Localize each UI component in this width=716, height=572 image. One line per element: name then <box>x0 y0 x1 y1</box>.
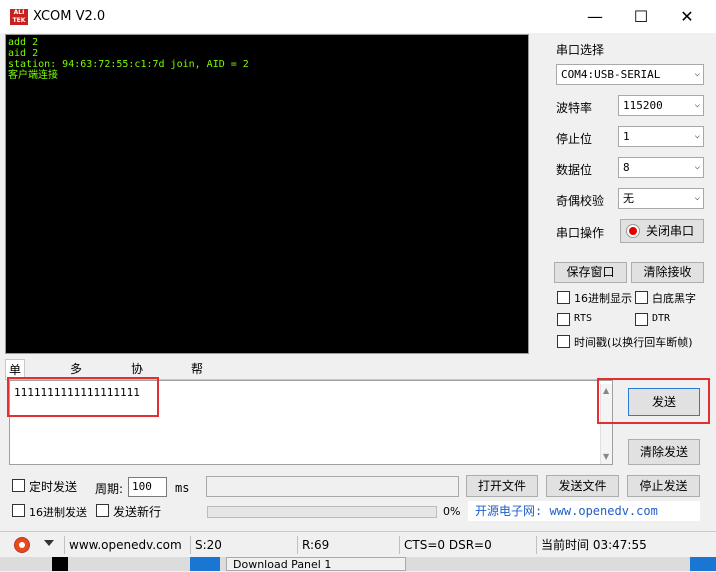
port-select-value: COM4:USB-SERIAL <box>561 68 661 81</box>
clear-send-button[interactable]: 清除发送 <box>628 439 700 465</box>
title-bar: ALI TEK XCOM V2.0 — ☐ ✕ <box>0 0 716 33</box>
baud-label: 波特率 <box>556 101 593 115</box>
chevron-down-icon: ⌵ <box>694 100 700 110</box>
send-newline-label: 发送新行 <box>113 505 162 519</box>
hex-display-checkbox[interactable] <box>557 291 570 304</box>
data-bits-select[interactable]: 8 ⌵ <box>618 157 704 178</box>
background-taskbar: Download Panel 1 <box>0 557 716 571</box>
hex-display-label: 16进制显示 <box>574 292 632 305</box>
timestamp-label: 时间戳(以换行回车断帧) <box>574 336 693 349</box>
stop-bits-value: 1 <box>623 130 630 143</box>
open-file-button[interactable]: 打开文件 <box>466 475 538 497</box>
file-path-field[interactable] <box>206 476 459 497</box>
settings-gear-icon[interactable] <box>14 537 30 553</box>
download-panel-tab[interactable]: Download Panel 1 <box>226 557 406 571</box>
port-operation-label: 串口操作 <box>556 226 605 240</box>
parity-value: 无 <box>623 192 634 205</box>
tab-help[interactable]: 帮助 <box>188 359 206 396</box>
period-input[interactable]: 100 <box>128 477 167 497</box>
tab-protocol[interactable]: 协议传输 <box>128 359 146 436</box>
clear-receive-button[interactable]: 清除接收 <box>631 262 704 283</box>
tab-single-send[interactable]: 单条发送 <box>5 359 26 437</box>
chevron-down-icon: ⌵ <box>694 162 700 172</box>
close-port-label: 关闭串口 <box>645 224 694 238</box>
data-bits-value: 8 <box>623 161 630 174</box>
site-banner[interactable]: 开源电子网: www.openedv.com <box>468 501 700 521</box>
signal-status: CTS=0 DSR=0 DCD=0 <box>399 536 534 570</box>
stop-bits-label: 停止位 <box>556 132 593 146</box>
period-label: 周期: <box>95 482 124 496</box>
sent-count: S:20 <box>190 536 295 554</box>
save-window-button[interactable]: 保存窗口 <box>554 262 627 283</box>
highlight-box-send-button <box>597 378 710 424</box>
port-select-label: 串口选择 <box>556 43 605 57</box>
rts-label: RTS <box>574 313 593 324</box>
status-bar: www.openedv.com S:20 R:69 CTS=0 DSR=0 DC… <box>0 531 716 570</box>
stop-bits-select[interactable]: 1 ⌵ <box>618 126 704 147</box>
app-title: XCOM V2.0 <box>33 9 106 24</box>
scroll-down-icon: ▼ <box>603 452 610 461</box>
chevron-down-icon: ⌵ <box>694 193 700 203</box>
send-newline-checkbox[interactable] <box>96 504 109 517</box>
ms-label: ms <box>175 481 190 495</box>
hex-send-label: 16进制发送 <box>29 506 87 519</box>
send-file-button[interactable]: 发送文件 <box>546 475 619 497</box>
taskbar-block <box>52 557 68 571</box>
timed-send-checkbox[interactable] <box>12 479 25 492</box>
chevron-down-icon: ⌵ <box>694 69 700 79</box>
chevron-down-icon: ⌵ <box>694 131 700 141</box>
white-bg-checkbox[interactable] <box>635 291 648 304</box>
maximize-button[interactable]: ☐ <box>618 0 664 33</box>
baud-select-value: 115200 <box>623 99 663 112</box>
taskbar-blue-block <box>190 557 220 571</box>
timestamp-checkbox[interactable] <box>557 335 570 348</box>
white-bg-label: 白底黑字 <box>652 292 696 305</box>
record-icon <box>626 224 640 238</box>
port-select[interactable]: COM4:USB-SERIAL ⌵ <box>556 64 704 85</box>
close-port-button[interactable]: 关闭串口 <box>620 219 704 243</box>
data-bits-label: 数据位 <box>556 163 593 177</box>
timed-send-label: 定时发送 <box>29 480 78 494</box>
send-progress-label: 0% <box>443 505 461 518</box>
receive-text-area[interactable]: add 2 aid 2 station: 94:63:72:55:c1:7d j… <box>5 34 529 354</box>
rts-checkbox[interactable] <box>557 313 570 326</box>
parity-select[interactable]: 无 ⌵ <box>618 188 704 209</box>
baud-select[interactable]: 115200 ⌵ <box>618 95 704 116</box>
close-window-button[interactable]: ✕ <box>664 0 710 33</box>
minimize-button[interactable]: — <box>572 0 618 33</box>
app-logo: ALI TEK <box>10 9 28 25</box>
highlight-box-send-text <box>7 377 159 417</box>
dtr-label: DTR <box>652 313 671 324</box>
xcom-window: ALI TEK XCOM V2.0 — ☐ ✕ add 2 aid 2 stati… <box>0 0 716 571</box>
hex-send-checkbox[interactable] <box>12 504 25 517</box>
dtr-checkbox[interactable] <box>635 313 648 326</box>
taskbar-blue-block-right <box>690 557 716 571</box>
stop-send-button[interactable]: 停止发送 <box>627 475 700 497</box>
dropdown-arrow-icon[interactable] <box>44 540 54 546</box>
received-count: R:69 <box>297 536 397 554</box>
send-progress-bar <box>207 506 437 518</box>
website-link[interactable]: www.openedv.com <box>64 536 188 554</box>
parity-label: 奇偶校验 <box>556 194 605 208</box>
tab-multi-send[interactable]: 多条发送 <box>67 359 85 436</box>
current-time: 当前时间 03:47:55 <box>536 536 706 554</box>
